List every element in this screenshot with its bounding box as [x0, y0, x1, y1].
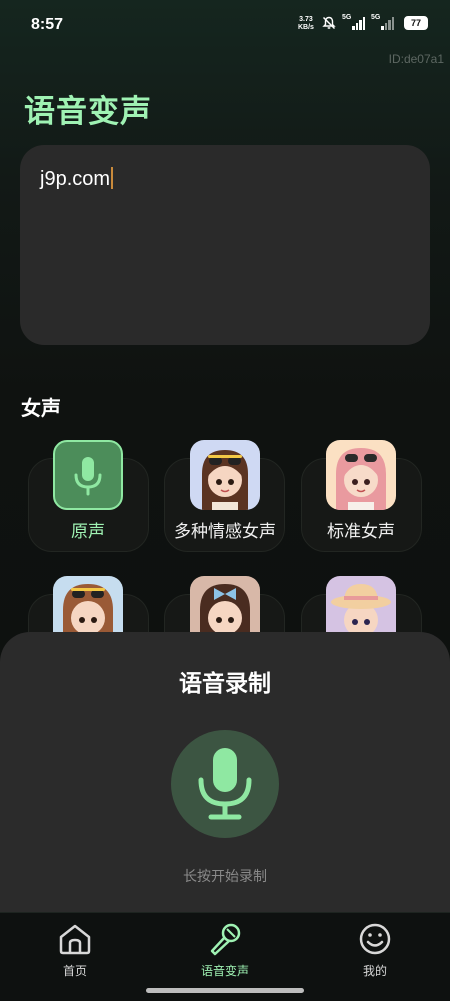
- text-input-area[interactable]: j9p.com: [20, 145, 430, 345]
- text-input-value[interactable]: j9p.com: [40, 167, 114, 191]
- mute-bell-icon: [322, 16, 336, 30]
- signal-1-icon: 5G: [342, 14, 365, 30]
- signal-2-icon: 5G: [371, 14, 394, 30]
- avatar-girl-sunglasses-art: [202, 450, 248, 510]
- record-sheet: 语音录制 长按开始录制: [0, 632, 450, 922]
- nav-item-profile[interactable]: 我的: [315, 917, 435, 983]
- status-icons: 5G 5G 77: [322, 14, 428, 30]
- device-id: ID:de07a1: [388, 52, 444, 66]
- section-title-female: 女声: [21, 396, 61, 420]
- nav-label-profile: 我的: [362, 964, 387, 978]
- record-mic-icon: [198, 748, 252, 820]
- nav-label-home: 首页: [62, 964, 87, 978]
- status-bar: 8:57 3.73 KB/s 5G 5G 77: [0, 0, 450, 52]
- voice-label-emotion-female: 多种情感女声: [174, 522, 276, 542]
- record-button[interactable]: [171, 730, 279, 838]
- net-speed-value: 3.73: [299, 16, 313, 23]
- record-hint: 长按开始录制: [183, 869, 267, 885]
- status-time: 8:57: [31, 16, 64, 33]
- battery-icon: 77: [404, 16, 428, 30]
- net-speed: 3.73 KB/s: [298, 16, 314, 32]
- avatar-girl-pink-hair[interactable]: [326, 440, 396, 510]
- home-icon: [59, 924, 91, 955]
- nav-label-voice-change: 语音变声: [200, 964, 249, 978]
- signal-1-label: 5G: [342, 14, 352, 21]
- record-sheet-title: 语音录制: [179, 671, 271, 697]
- voice-tile-original[interactable]: [53, 440, 123, 510]
- text-caret: [111, 167, 114, 189]
- voice-label-original: 原声: [71, 522, 105, 542]
- mic-nav-icon: [210, 923, 241, 956]
- home-indicator[interactable]: [146, 988, 304, 993]
- mic-icon: [74, 457, 102, 496]
- net-speed-unit: KB/s: [298, 24, 314, 31]
- smile-icon: [359, 923, 391, 955]
- avatar-girl-sunglasses[interactable]: [190, 440, 260, 510]
- nav-item-voice-change[interactable]: 语音变声: [165, 917, 285, 983]
- signal-2-label: 5G: [371, 14, 381, 21]
- voice-label-standard-female: 标准女声: [327, 522, 395, 542]
- nav-item-home[interactable]: 首页: [15, 917, 135, 983]
- page-title: 语音变声: [24, 94, 152, 130]
- avatar-girl-pink-hair-art: [336, 448, 386, 510]
